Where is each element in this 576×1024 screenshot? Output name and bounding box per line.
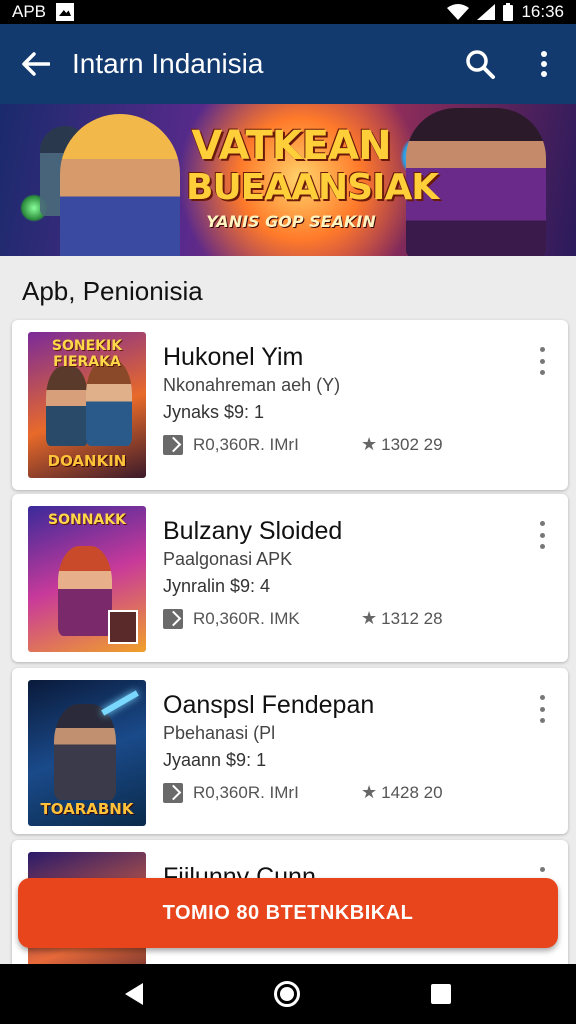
thumb-light-beam [101,690,139,716]
download-icon [163,782,183,803]
app-size: R0,360R. IMrI [193,434,299,454]
app-version: Jyaann $9: 1 [163,750,267,770]
nav-home-icon[interactable] [273,981,300,1007]
image-icon [56,3,75,21]
app-thumbnail: SONEKIK FIERAKA DOANKIN [28,332,146,478]
status-left-text: APB [12,2,47,21]
app-version: Jynralin $9: 4 [163,576,271,596]
download-icon [163,434,183,455]
nav-recents-icon[interactable] [430,984,451,1004]
nav-back-icon[interactable] [125,983,144,1005]
more-vert-icon [541,51,547,77]
download-icon [163,608,183,629]
app-meta: R0,360R. IMrI ★ 1302 29 [163,434,443,455]
banner-line-2: BUEAANSIAK [186,167,439,208]
thumb-inset-portrait [108,610,138,644]
app-thumbnail: TOARABNK [28,680,146,826]
primary-cta-button[interactable]: TOMIO 80 BTETNKBIKAL [18,878,558,948]
app-card[interactable]: TOARABNK Oanspsl Fendepan Pbehanasi (Pl … [12,668,568,834]
app-package: Pbehanasi (Pl [163,723,276,743]
section-title: Apb, Penionisia [22,276,203,306]
back-button[interactable] [0,24,72,104]
app-name: Oanspsl Fendepan [163,691,375,719]
banner-character-left [60,114,180,256]
app-name: Hukonel Yim [163,343,304,371]
app-rating: 1302 29 [381,434,443,454]
app-list-section: Apb, Penionisia SONEKIK FIERAKA DOANKIN … [0,256,576,964]
search-button[interactable] [448,24,512,104]
app-thumbnail: SONNAKK [28,506,146,652]
app-meta: R0,360R. IMrI ★ 1428 20 [163,782,443,803]
app-name: Bulzany Sloided [163,517,343,545]
star-icon: ★ [361,608,378,628]
app-version: Jynaks $9: 1 [163,402,265,422]
app-rating: 1312 28 [381,608,443,628]
app-card[interactable]: SONNAKK Bulzany Sloided Paalgonasi APK J… [12,494,568,662]
page-title: Intarn Indanisia [72,48,264,79]
thumb-subtitle: TOARABNK [40,800,134,818]
thumb-title: SONEKIK FIERAKA [51,338,123,370]
promo-banner[interactable]: VATKEAN BUEAANSIAK YANIS GOP SEAKIN [0,104,576,256]
wifi-icon [447,4,470,20]
thumb-character [86,360,132,446]
app-card[interactable]: SONEKIK FIERAKA DOANKIN Hukonel Yim Nkon… [12,320,568,490]
thumb-character [54,704,116,800]
banner-headline: VATKEAN BUEAANSIAK YANIS GOP SEAKIN [186,123,439,231]
app-rating: 1428 20 [381,782,443,802]
more-vert-icon[interactable] [530,344,554,378]
status-time: 16:36 [521,2,564,21]
more-vert-icon[interactable] [530,692,554,726]
overflow-menu-button[interactable] [512,24,576,104]
thumb-subtitle: DOANKIN [47,452,127,470]
app-size: R0,360R. IMrI [193,782,299,802]
star-icon: ★ [361,434,378,454]
signal-icon [477,4,496,20]
arrow-left-icon [22,52,50,76]
battery-icon [503,3,514,21]
thumb-title: SONNAKK [48,512,126,528]
app-bar: Intarn Indanisia [0,24,576,104]
banner-line-3: YANIS GOP SEAKIN [206,212,376,231]
thumb-character [58,546,112,636]
more-vert-icon[interactable] [530,518,554,552]
banner-line-1: VATKEAN [191,123,391,169]
system-nav-bar [0,964,576,1024]
app-meta: R0,360R. IMK ★ 1312 28 [163,608,443,629]
app-package: Paalgonasi APK [163,549,293,569]
star-icon: ★ [361,782,378,802]
status-bar: APB 16:36 [0,0,576,24]
app-size: R0,360R. IMK [193,608,300,628]
search-icon [466,50,495,79]
app-package: Nkonahreman aeh (Y) [163,375,341,395]
thumb-character [46,366,88,446]
